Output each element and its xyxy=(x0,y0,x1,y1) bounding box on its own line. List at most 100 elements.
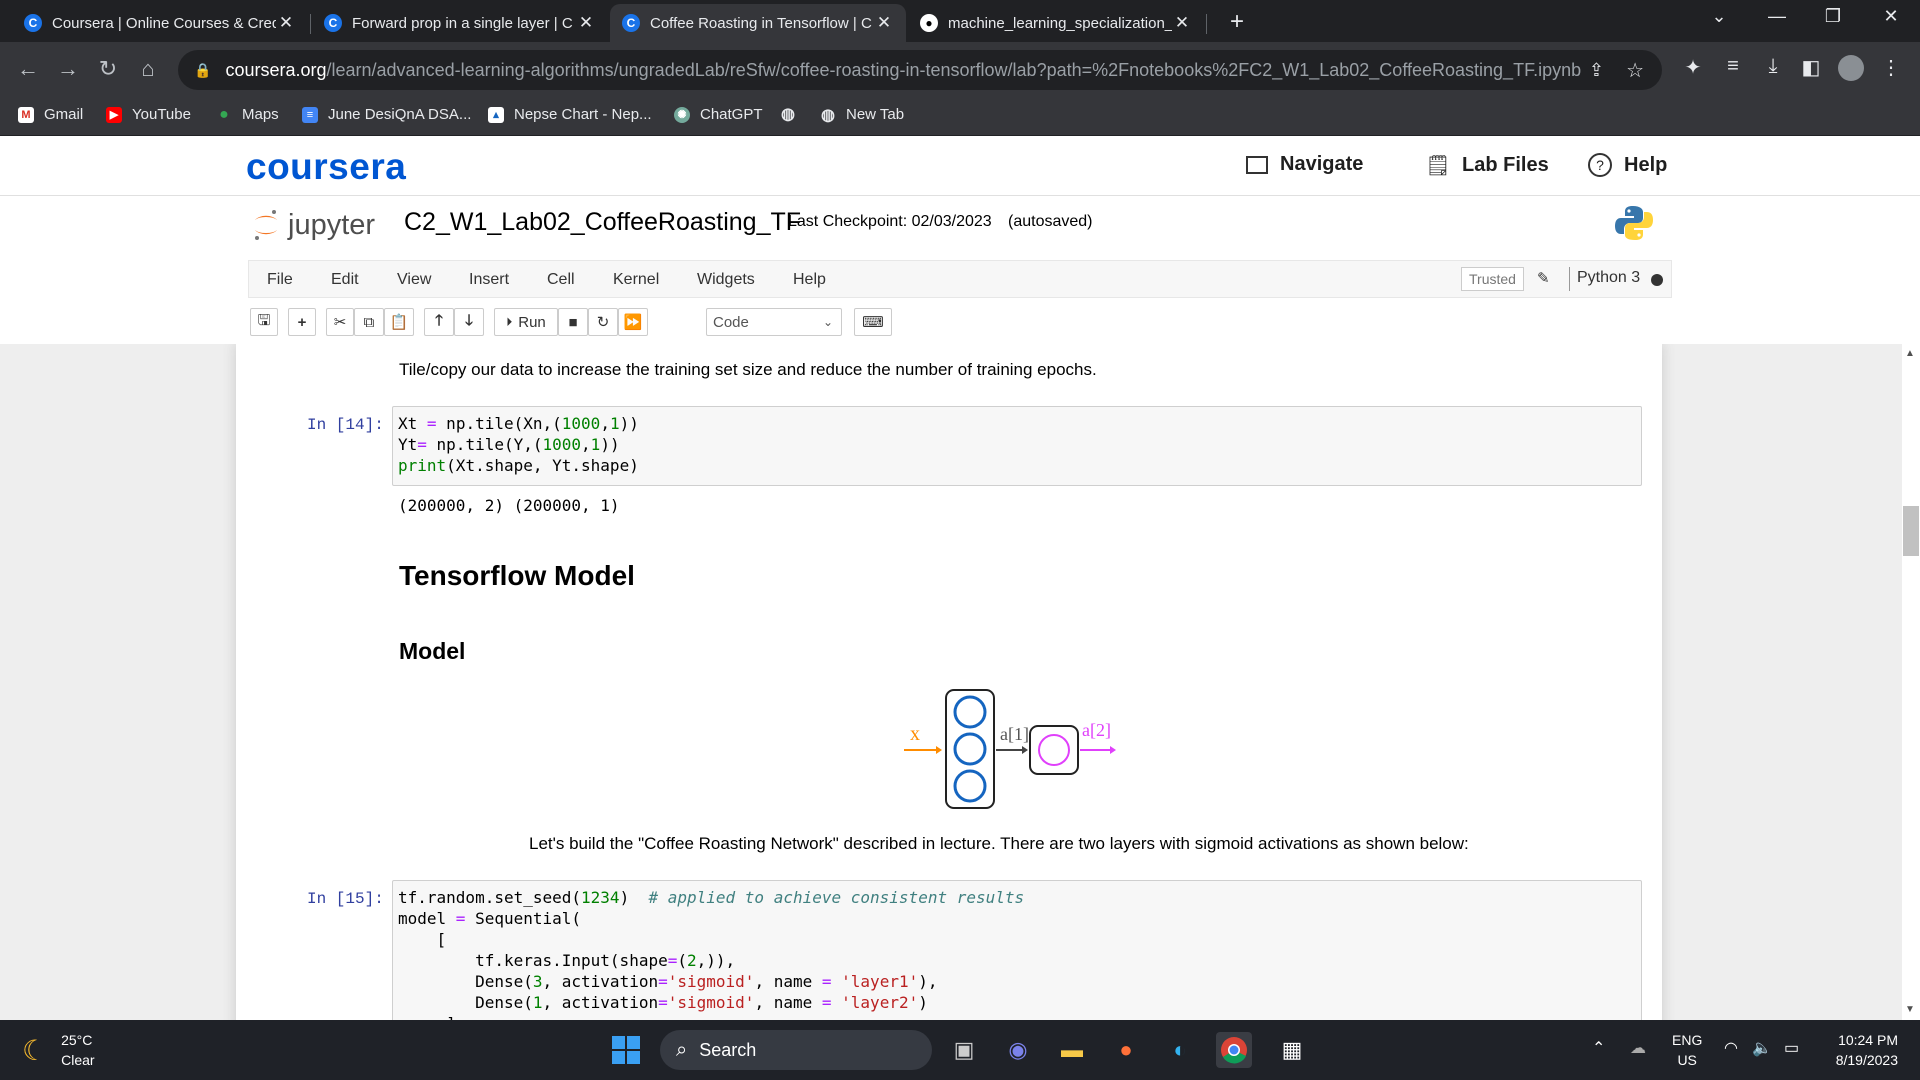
weather-widget[interactable]: ☾ 25°C Clear xyxy=(22,1030,95,1070)
insert-cell-plus-icon[interactable]: + xyxy=(288,308,316,336)
layer2-neuron xyxy=(1038,734,1070,766)
paste-icon[interactable]: 📋 xyxy=(384,308,414,336)
restart-run-all-icon[interactable]: ⏩ xyxy=(618,308,648,336)
bookmark-june-desiqna[interactable]: ≡ June DesiQnA DSA... xyxy=(302,106,471,123)
chrome-menu-icon[interactable]: ⋮ xyxy=(1876,55,1906,80)
home-icon[interactable]: ⌂ xyxy=(134,56,162,82)
menu-insert[interactable]: Insert xyxy=(469,271,509,289)
tab-title: Coffee Roasting in Tensorflow | C xyxy=(650,14,872,32)
navigate-button[interactable]: Navigate xyxy=(1246,153,1363,176)
a2-label: a[2] xyxy=(1082,720,1111,740)
battery-icon[interactable]: ▭ xyxy=(1784,1038,1799,1058)
interrupt-stop-icon[interactable]: ■ xyxy=(558,308,588,336)
menu-cell[interactable]: Cell xyxy=(547,271,575,289)
minimize-window-icon[interactable]: — xyxy=(1762,6,1792,27)
bookmark-maps[interactable]: ● Maps xyxy=(216,106,279,124)
restore-window-icon[interactable]: ❐ xyxy=(1818,6,1848,27)
language-indicator[interactable]: ENG US xyxy=(1672,1030,1702,1070)
new-tab-button[interactable]: + xyxy=(1222,8,1252,36)
lab-files-button[interactable]: 🗒 Lab Files xyxy=(1425,153,1548,177)
forward-arrow-icon[interactable]: → xyxy=(54,56,82,82)
browser-tab[interactable]: C Coursera | Online Courses & Cred ✕ xyxy=(12,4,308,42)
move-down-arrow-icon[interactable]: 🡓 xyxy=(454,308,484,336)
menu-file[interactable]: File xyxy=(267,271,293,289)
scrollbar-thumb[interactable] xyxy=(1903,506,1919,556)
firefox-icon[interactable]: ● xyxy=(1108,1032,1144,1068)
back-arrow-icon[interactable]: ← xyxy=(14,56,42,82)
menu-kernel[interactable]: Kernel xyxy=(613,271,659,289)
code-cell-editor[interactable]: Xt = np.tile(Xn,(1000,1)) Yt= np.tile(Y,… xyxy=(392,406,1642,486)
bookmark-chatgpt[interactable]: ✺ ChatGPT xyxy=(674,106,763,123)
run-button[interactable]: ⏵ Run xyxy=(494,308,558,336)
notebook-scroll-area[interactable]: Tile/copy our data to increase the train… xyxy=(0,344,1920,1020)
close-window-icon[interactable]: ✕ xyxy=(1876,6,1906,27)
scroll-down-arrow-icon[interactable]: ▼ xyxy=(1905,1004,1915,1015)
trusted-indicator[interactable]: Trusted xyxy=(1461,267,1524,291)
download-icon[interactable]: ⤓ xyxy=(1758,55,1788,78)
reload-icon[interactable]: ↻ xyxy=(94,56,122,82)
media-queue-icon[interactable]: ≡ xyxy=(1718,55,1748,78)
jupyter-logo[interactable]: jupyter xyxy=(252,208,375,242)
start-windows-icon[interactable] xyxy=(608,1032,644,1068)
tab-search-chevron-icon[interactable]: ⌄ xyxy=(1704,6,1734,27)
share-icon[interactable]: ⇪ xyxy=(1589,60,1604,81)
code-cell-editor[interactable]: tf.random.set_seed(1234) # applied to ac… xyxy=(392,880,1642,1020)
address-bar[interactable]: 🔒 coursera.org/learn/advanced-learning-a… xyxy=(178,50,1662,90)
tab-divider xyxy=(310,14,311,34)
help-button[interactable]: ? Help xyxy=(1588,153,1667,177)
menu-widgets[interactable]: Widgets xyxy=(697,271,755,289)
file-explorer-icon[interactable]: ▬ xyxy=(1054,1032,1090,1068)
bookmark-new-tab[interactable]: ◍ New Tab xyxy=(820,106,904,124)
teams-chat-icon[interactable]: ◉ xyxy=(1000,1032,1036,1068)
jupyter-menu-bar: File Edit View Insert Cell Kernel Widget… xyxy=(248,260,1672,298)
restart-kernel-icon[interactable]: ↻ xyxy=(588,308,618,336)
cut-scissors-icon[interactable]: ✂ xyxy=(326,308,354,336)
jupyter-wordmark: jupyter xyxy=(288,208,376,241)
notebook-name[interactable]: C2_W1_Lab02_CoffeeRoasting_TF xyxy=(404,208,801,237)
microsoft-store-icon[interactable]: ▦ xyxy=(1274,1032,1310,1068)
wifi-icon[interactable]: ◠ xyxy=(1724,1038,1738,1058)
coursera-favicon-icon: C xyxy=(324,14,342,32)
side-panel-icon[interactable]: ◧ xyxy=(1796,55,1826,80)
page-scrollbar[interactable] xyxy=(1902,344,1920,1020)
lock-icon[interactable]: 🔒 xyxy=(194,62,211,79)
save-icon[interactable]: 🖫 xyxy=(250,308,278,336)
close-tab-icon[interactable]: ✕ xyxy=(1172,13,1192,33)
kernel-name[interactable]: Python 3 xyxy=(1569,267,1640,291)
edge-icon[interactable]: ◐ xyxy=(1162,1032,1198,1068)
chrome-icon[interactable] xyxy=(1216,1032,1252,1068)
menu-help[interactable]: Help xyxy=(793,271,826,289)
run-step-icon: ⏵ xyxy=(506,314,513,329)
move-up-arrow-icon[interactable]: 🡑 xyxy=(424,308,454,336)
bookmark-star-icon[interactable]: ☆ xyxy=(1626,58,1644,83)
menu-view[interactable]: View xyxy=(397,271,431,289)
task-view-icon[interactable]: ▣ xyxy=(946,1032,982,1068)
edit-pencil-icon[interactable]: ✎ xyxy=(1537,269,1550,287)
cell-type-select[interactable]: Code ⌄ xyxy=(706,308,842,336)
close-tab-icon[interactable]: ✕ xyxy=(874,13,894,33)
onedrive-icon[interactable]: ☁ xyxy=(1630,1038,1646,1058)
menu-edit[interactable]: Edit xyxy=(331,271,359,289)
browser-tab[interactable]: ● machine_learning_specialization_ ✕ xyxy=(908,4,1204,42)
copy-icon[interactable]: ⧉ xyxy=(354,308,384,336)
close-tab-icon[interactable]: ✕ xyxy=(276,13,296,33)
close-tab-icon[interactable]: ✕ xyxy=(576,13,596,33)
extensions-puzzle-icon[interactable]: ✦ xyxy=(1678,55,1708,80)
bookmark-nepse-chart[interactable]: ▴ Nepse Chart - Nep... xyxy=(488,106,652,123)
bookmark-gmail[interactable]: M Gmail xyxy=(18,106,83,123)
coursera-logo[interactable]: coursera xyxy=(246,146,406,188)
command-palette-keyboard-icon[interactable]: ⌨ xyxy=(854,308,892,336)
browser-tab-active[interactable]: C Coffee Roasting in Tensorflow | C ✕ xyxy=(610,4,906,42)
bookmark-globe[interactable]: ◍ xyxy=(780,106,806,123)
autosave-status: (autosaved) xyxy=(1008,213,1093,230)
bookmark-label: June DesiQnA DSA... xyxy=(328,106,472,123)
scroll-up-arrow-icon[interactable]: ▲ xyxy=(1905,348,1915,359)
bookmark-youtube[interactable]: ▶ YouTube xyxy=(106,106,191,123)
hidden-arrowhead xyxy=(1022,746,1028,754)
system-clock[interactable]: 10:24 PM 8/19/2023 xyxy=(1822,1030,1898,1070)
volume-icon[interactable]: 🔈 xyxy=(1752,1038,1772,1058)
show-hidden-icons-chevron-icon[interactable]: ⌃ xyxy=(1592,1038,1605,1058)
profile-avatar[interactable] xyxy=(1836,55,1866,87)
browser-tab[interactable]: C Forward prop in a single layer | C ✕ xyxy=(312,4,608,42)
taskbar-search[interactable]: ⌕ Search xyxy=(660,1030,932,1070)
